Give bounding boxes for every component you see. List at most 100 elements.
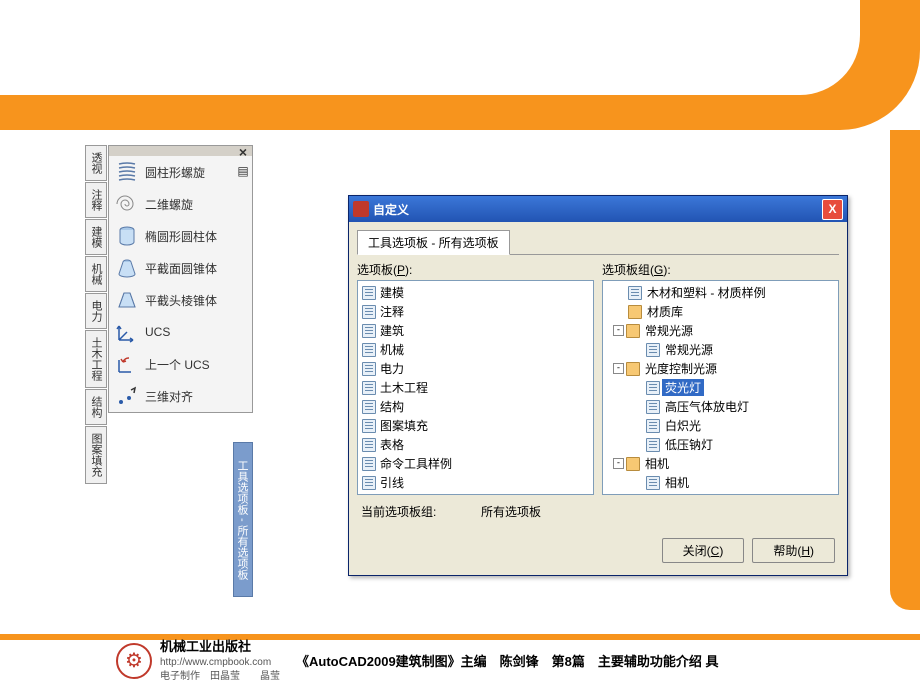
collapse-icon[interactable]: -	[613, 325, 624, 336]
cone-icon	[115, 256, 139, 280]
tree-item[interactable]: 高压气体放电灯	[605, 397, 836, 416]
tree-item-label: 光度控制光源	[642, 360, 720, 377]
list-item-label: 结构	[380, 398, 404, 415]
page-icon	[362, 495, 376, 496]
palette-tool-label: 椭圆形圆柱体	[145, 228, 217, 245]
palette-list-item[interactable]: 命令工具样例	[360, 454, 591, 473]
palette-listbox[interactable]: 建模注释建筑机械电力土木工程结构图案填充表格命令工具样例引线绘图修改混凝土 - …	[357, 280, 594, 495]
folder-icon	[626, 324, 640, 338]
palette-list-item[interactable]: 图案填充	[360, 416, 591, 435]
vertical-tab[interactable]: 机械	[85, 256, 107, 292]
list-item-label: 引线	[380, 474, 404, 491]
collapse-icon[interactable]: -	[613, 363, 624, 374]
folder-icon	[626, 495, 640, 496]
right-tree-label: 选项板组(G):	[602, 261, 839, 278]
palette-list-item[interactable]: 表格	[360, 435, 591, 454]
dialog-titlebar[interactable]: 自定义 X	[349, 196, 847, 222]
tree-item[interactable]: 荧光灯	[605, 378, 836, 397]
palette-tool-item[interactable]: 上一个 UCS	[109, 348, 252, 380]
folder-icon	[628, 305, 642, 319]
tree-item[interactable]: 白炽光	[605, 416, 836, 435]
ucs-prev-icon	[115, 352, 139, 376]
page-icon	[362, 381, 376, 395]
tree-item[interactable]: 木材和塑料 - 材质样例	[605, 283, 836, 302]
page-icon	[646, 381, 660, 395]
vertical-tab[interactable]: 建模	[85, 219, 107, 255]
vertical-tab[interactable]: 图案填充	[85, 426, 107, 484]
tree-item-label: 常规光源	[642, 322, 696, 339]
vertical-tab[interactable]: 透视	[85, 145, 107, 181]
palette-tool-label: UCS	[145, 325, 170, 339]
left-list-label: 选项板(P):	[357, 261, 594, 278]
list-item-label: 建筑	[380, 322, 404, 339]
page-icon	[646, 419, 660, 433]
tree-item-label: 相机	[662, 474, 692, 491]
palette-list-item[interactable]: 土木工程	[360, 378, 591, 397]
header-inner-white	[0, 0, 860, 95]
page-icon	[362, 324, 376, 338]
tree-item[interactable]: -相机	[605, 454, 836, 473]
palette-list-item[interactable]: 结构	[360, 397, 591, 416]
palette-list-item[interactable]: 绘图	[360, 492, 591, 495]
tree-item-label: 白炽光	[662, 417, 704, 434]
spring-icon	[115, 160, 139, 184]
tree-item[interactable]: 相机	[605, 473, 836, 492]
tree-item[interactable]: - 光度控制光源	[605, 359, 836, 378]
page-icon	[628, 286, 642, 300]
collapse-icon[interactable]: -	[613, 458, 624, 469]
page-icon	[646, 476, 660, 490]
palette-title-bar[interactable]: 工具选项板 - 所有选项板	[233, 442, 253, 597]
palette-list-item[interactable]: 注释	[360, 302, 591, 321]
close-icon[interactable]: ×	[232, 144, 254, 160]
palette-tool-item[interactable]: 三维对齐	[109, 380, 252, 412]
page-icon	[362, 286, 376, 300]
palette-group-tree[interactable]: 木材和塑料 - 材质样例材质库 - 常规光源常规光源 - 光度控制光源荧光灯高压气体放电…	[602, 280, 839, 495]
palette-tool-label: 三维对齐	[145, 388, 193, 405]
page-icon	[362, 457, 376, 471]
palette-tool-item[interactable]: 椭圆形圆柱体	[109, 220, 252, 252]
palette-tool-item[interactable]: 圆柱形螺旋	[109, 156, 252, 188]
page-icon	[646, 400, 660, 414]
palette-list-item[interactable]: 建模	[360, 283, 591, 302]
close-button[interactable]: 关闭(C)	[662, 538, 745, 563]
page-icon	[362, 400, 376, 414]
palette-tool-label: 圆柱形螺旋	[145, 164, 205, 181]
page-icon	[362, 476, 376, 490]
ucs-icon	[115, 320, 139, 344]
dialog-app-icon	[353, 201, 369, 217]
options-icon[interactable]: ▤	[232, 164, 254, 178]
vertical-tab[interactable]: 注释	[85, 182, 107, 218]
palette-list-item[interactable]: 引线	[360, 473, 591, 492]
palette-tool-item[interactable]: 平截头棱锥体	[109, 284, 252, 316]
page-icon	[646, 438, 660, 452]
tree-item[interactable]: - 常规光源	[605, 321, 836, 340]
publisher-logo-icon: ⚙	[116, 643, 152, 679]
palette-tool-item[interactable]: UCS	[109, 316, 252, 348]
tree-item[interactable]: 材质库	[605, 302, 836, 321]
align-icon	[115, 384, 139, 408]
palette-tool-item[interactable]: 二维螺旋	[109, 188, 252, 220]
publisher-url: http://www.cmpbook.com	[160, 656, 280, 670]
palette-list-item[interactable]: 建筑	[360, 321, 591, 340]
tree-item[interactable]: -视觉样式	[605, 492, 836, 495]
vertical-tab[interactable]: 电力	[85, 293, 107, 329]
list-item-label: 电力	[380, 360, 404, 377]
palette-tool-label: 上一个 UCS	[145, 356, 210, 373]
cylinder-icon	[115, 224, 139, 248]
tab-all-palettes[interactable]: 工具选项板 - 所有选项板	[357, 230, 510, 255]
dialog-tab-strip: 工具选项板 - 所有选项板	[357, 230, 839, 255]
tree-item[interactable]: 常规光源	[605, 340, 836, 359]
palette-tool-item[interactable]: 平截面圆锥体	[109, 252, 252, 284]
dialog-close-button[interactable]: X	[822, 199, 843, 220]
vertical-tab[interactable]: 结构	[85, 389, 107, 425]
palette-list-item[interactable]: 电力	[360, 359, 591, 378]
help-button[interactable]: 帮助(H)	[752, 538, 835, 563]
list-item-label: 绘图	[380, 493, 404, 495]
status-row: 当前选项板组: 所有选项板	[357, 501, 839, 522]
tree-item[interactable]: 低压钠灯	[605, 435, 836, 454]
tree-item-label: 荧光灯	[662, 379, 704, 396]
palette-drag-header[interactable]	[109, 146, 252, 156]
customize-dialog: 自定义 X 工具选项板 - 所有选项板 选项板(P): 建模注释建筑机械电力土木…	[348, 195, 848, 576]
vertical-tab[interactable]: 土木工程	[85, 330, 107, 388]
palette-list-item[interactable]: 机械	[360, 340, 591, 359]
